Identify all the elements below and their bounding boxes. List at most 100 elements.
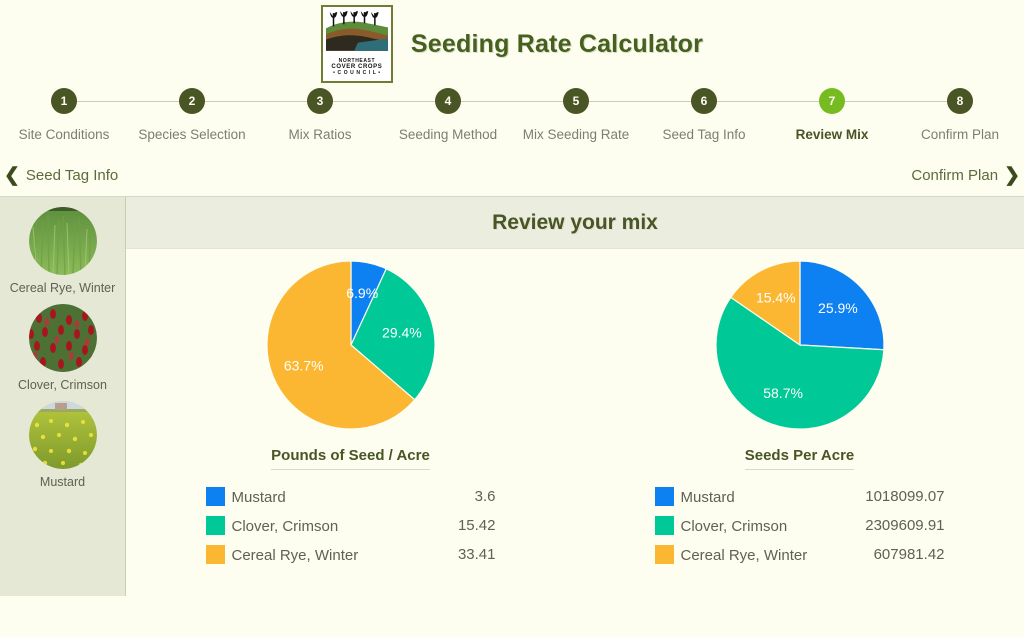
legend-species-name: Clover, Crimson	[680, 518, 788, 536]
step-label: Seed Tag Info	[662, 127, 746, 142]
cereal-rye-photo	[28, 207, 97, 276]
legend-row: Cereal Rye, Winter 33.41	[205, 540, 496, 569]
legend-row: Mustard 3.6	[205, 482, 496, 511]
legend-row: Clover, Crimson 15.42	[205, 511, 496, 540]
step-number-badge: 7	[819, 88, 845, 114]
prev-step-label: Seed Tag Info	[25, 166, 119, 184]
legend-color-swatch	[205, 487, 225, 507]
pie-chart-pounds-per-acre: 6.9% 29.4% 63.7%	[265, 259, 437, 431]
charts-row: 6.9% 29.4% 63.7% Pounds of Seed / Acre Musta…	[126, 249, 1024, 596]
mustard-photo	[28, 401, 97, 470]
step-label: Mix Seeding Rate	[522, 127, 630, 142]
legend-color-swatch	[205, 545, 225, 565]
legend-value: 3.6	[474, 488, 496, 506]
species-name: Cereal Rye, Winter	[9, 281, 116, 296]
prev-step-link[interactable]: ❮ Seed Tag Info	[4, 166, 118, 185]
pie-slice-percent: 63.7%	[283, 358, 323, 374]
step-number-badge: 2	[179, 88, 205, 114]
step-3[interactable]: 3 Mix Ratios	[256, 88, 448, 144]
step-7[interactable]: 7 Review Mix	[768, 88, 960, 144]
step-8[interactable]: 8 Confirm Plan	[896, 88, 1024, 144]
legend-species-name: Cereal Rye, Winter	[231, 547, 359, 565]
next-step-label: Confirm Plan	[911, 166, 999, 184]
step-number-badge: 3	[307, 88, 333, 114]
legend-label-cell: Cereal Rye, Winter	[654, 540, 846, 569]
pie-slice-percent: 29.4%	[382, 325, 422, 341]
pie-slice-percent: 58.7%	[763, 385, 803, 401]
legend-label-cell: Mustard	[205, 482, 439, 511]
content-area: Cereal Rye, Winter Clover, Crimson Mustard…	[0, 196, 1024, 597]
next-step-link[interactable]: Confirm Plan ❯	[911, 166, 1020, 185]
pie-slice-percent: 15.4%	[755, 290, 795, 306]
nccc-logo: NORTHEAST COVER CROPS • C O U N C I L •	[320, 5, 393, 83]
legend-label-cell: Cereal Rye, Winter	[205, 540, 439, 569]
chart-column-seeds-per-acre: 25.9% 58.7% 15.4% Seeds Per Acre Mustard 1018…	[575, 259, 1024, 596]
logo-artwork-icon	[325, 10, 388, 51]
pie-slice-percent: 25.9%	[818, 300, 858, 316]
step-5[interactable]: 5 Mix Seeding Rate	[512, 88, 704, 144]
step-4[interactable]: 4 Seeding Method	[384, 88, 576, 144]
legend-species-name: Clover, Crimson	[231, 518, 339, 536]
species-name: Mustard	[39, 475, 86, 490]
legend-species-name: Cereal Rye, Winter	[680, 547, 808, 565]
step-number-badge: 6	[691, 88, 717, 114]
step-2[interactable]: 2 Species Selection	[128, 88, 320, 144]
legend-color-swatch	[654, 487, 674, 507]
step-connector	[704, 101, 832, 102]
legend-color-swatch	[654, 516, 674, 536]
pie-chart-seeds-per-acre: 25.9% 58.7% 15.4%	[714, 259, 886, 431]
step-number-badge: 1	[51, 88, 77, 114]
step-1[interactable]: 1 Site Conditions	[0, 88, 192, 144]
legend-value: 15.42	[457, 517, 496, 535]
legend-label-cell: Clover, Crimson	[654, 511, 846, 540]
legend-table: Mustard 1018099.07 Clover, Crimson 2309609.…	[654, 482, 945, 569]
step-number-badge: 8	[947, 88, 973, 114]
step-label: Confirm Plan	[920, 127, 1000, 142]
legend-table: Mustard 3.6 Clover, Crimson 15.42 Cereal Rye…	[205, 482, 496, 569]
legend-species-name: Mustard	[231, 489, 286, 507]
step-connector	[64, 101, 192, 102]
step-connector	[832, 101, 960, 102]
step-label: Site Conditions	[18, 127, 110, 142]
step-connector	[192, 101, 320, 102]
step-label: Mix Ratios	[288, 127, 352, 142]
legend-species-name: Mustard	[680, 489, 735, 507]
chart-title: Seeds Per Acre	[744, 447, 855, 471]
panel-heading: Review your mix	[492, 210, 658, 234]
species-item[interactable]: Mustard	[0, 401, 125, 490]
chart-column-pounds-per-acre: 6.9% 29.4% 63.7% Pounds of Seed / Acre Musta…	[126, 259, 575, 596]
progress-stepper: 1 Site Conditions 2 Species Selection 3 Mix R…	[0, 88, 1024, 155]
step-connector	[448, 101, 576, 102]
species-name: Clover, Crimson	[18, 378, 107, 393]
legend-color-swatch	[654, 545, 674, 565]
step-connector	[320, 101, 448, 102]
legend-row: Clover, Crimson 2309609.91	[654, 511, 945, 540]
step-number-badge: 4	[435, 88, 461, 114]
legend-color-swatch	[205, 516, 225, 536]
main-panel: Review your mix 6.9% 29.4% 63.7% Pounds of …	[126, 197, 1024, 597]
species-sidebar: Cereal Rye, Winter Clover, Crimson Mustard	[0, 197, 126, 597]
app-header: NORTHEAST COVER CROPS • C O U N C I L • …	[0, 0, 1024, 88]
pie-slice-percent: 6.9%	[346, 285, 378, 301]
step-label: Review Mix	[795, 127, 869, 142]
crimson-clover-photo	[28, 304, 97, 373]
legend-label-cell: Clover, Crimson	[205, 511, 439, 540]
legend-row: Mustard 1018099.07	[654, 482, 945, 511]
legend-value: 2309609.91	[865, 517, 945, 535]
chart-title: Pounds of Seed / Acre	[271, 447, 430, 471]
species-item[interactable]: Clover, Crimson	[0, 304, 125, 393]
chevron-left-icon: ❮	[4, 164, 20, 186]
legend-row: Cereal Rye, Winter 607981.42	[654, 540, 945, 569]
page-title: Seeding Rate Calculator	[410, 29, 704, 58]
wizard-navigation: ❮ Seed Tag Info Confirm Plan ❯	[0, 154, 1024, 197]
panel-header: Review your mix	[126, 197, 1024, 250]
chevron-right-icon: ❯	[1004, 164, 1020, 186]
step-6[interactable]: 6 Seed Tag Info	[640, 88, 832, 144]
legend-value: 1018099.07	[865, 488, 945, 506]
species-item[interactable]: Cereal Rye, Winter	[0, 207, 125, 296]
legend-value: 607981.42	[873, 546, 945, 564]
legend-value: 33.41	[457, 546, 496, 564]
legend-label-cell: Mustard	[654, 482, 846, 511]
step-label: Species Selection	[138, 127, 246, 142]
step-connector	[576, 101, 704, 102]
